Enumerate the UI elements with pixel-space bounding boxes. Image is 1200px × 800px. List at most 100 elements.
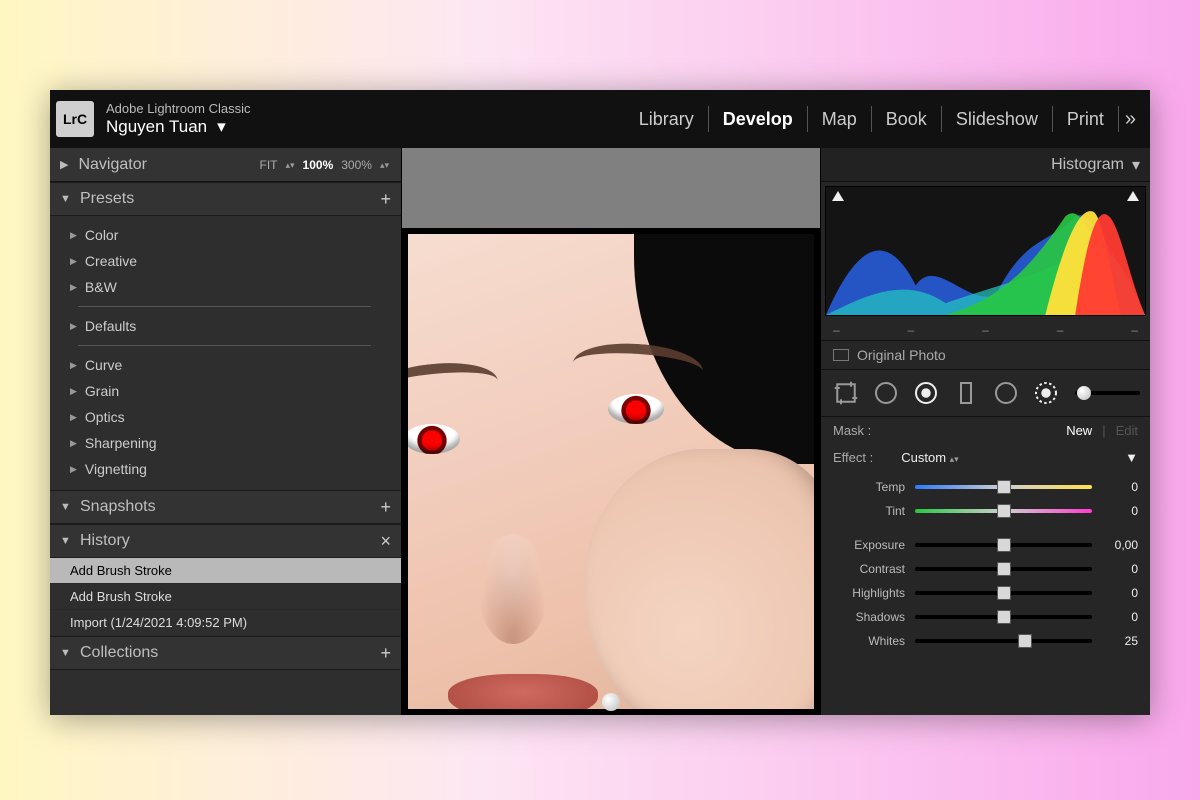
preset-group[interactable]: ▶Defaults	[70, 313, 401, 339]
top-bar: LrC Adobe Lightroom Classic Nguyen Tuan …	[50, 90, 1150, 148]
original-photo-row[interactable]: Original Photo	[821, 340, 1150, 370]
presets-header[interactable]: ▼ Presets +	[50, 182, 401, 216]
preset-group[interactable]: ▶Color	[70, 222, 401, 248]
tool-slider[interactable]	[1075, 391, 1140, 395]
slider-label: Highlights	[833, 586, 905, 600]
collections-header[interactable]: ▼ Collections +	[50, 636, 401, 670]
slider-knob[interactable]	[997, 538, 1011, 552]
slider-label: Temp	[833, 480, 905, 494]
slider-shadows[interactable]: Shadows0	[833, 605, 1138, 629]
slider-track[interactable]	[915, 543, 1092, 547]
photo[interactable]	[408, 234, 814, 709]
gradient-tool-icon[interactable]	[951, 378, 981, 408]
module-book[interactable]: Book	[872, 109, 941, 130]
slider-exposure[interactable]: Exposure0,00	[833, 533, 1138, 557]
mask-new[interactable]: New	[1066, 423, 1092, 438]
user-menu[interactable]: Nguyen Tuan ▾	[106, 117, 251, 137]
slider-contrast[interactable]: Contrast 0	[833, 557, 1138, 581]
add-snapshot-icon[interactable]: +	[380, 497, 391, 518]
preset-group[interactable]: ▶Optics	[70, 404, 401, 430]
add-preset-icon[interactable]: +	[380, 189, 391, 210]
slider-knob[interactable]	[997, 480, 1011, 494]
brush-tool-icon[interactable]	[1031, 378, 1061, 408]
app-name: Adobe Lightroom Classic	[106, 101, 251, 117]
heal-tool-icon[interactable]	[871, 378, 901, 408]
expand-icon: ▶	[60, 158, 68, 171]
radial-tool-icon[interactable]	[991, 378, 1021, 408]
zoom-fit[interactable]: FIT	[258, 158, 280, 172]
crop-tool-icon[interactable]	[831, 378, 861, 408]
brush-cursor-icon[interactable]	[602, 693, 620, 711]
effect-select[interactable]: Custom ▴▾	[901, 450, 958, 465]
slider-track[interactable]	[915, 591, 1092, 595]
history-item[interactable]: Add Brush Stroke	[50, 584, 401, 610]
slider-knob[interactable]	[997, 504, 1011, 518]
mask-label: Mask :	[833, 423, 871, 438]
clear-history-icon[interactable]: ×	[380, 531, 391, 552]
preset-group[interactable]: ▶Vignetting	[70, 456, 401, 482]
preset-group[interactable]: ▶Grain	[70, 378, 401, 404]
slider-track[interactable]	[915, 615, 1092, 619]
app-logo: LrC	[56, 101, 94, 137]
slider-track[interactable]	[915, 485, 1092, 489]
adjustment-sliders: Temp0Tint0Exposure0,00Contrast0Highlight…	[821, 471, 1150, 653]
mask-edit: Edit	[1116, 423, 1138, 438]
module-library[interactable]: Library	[625, 109, 708, 130]
preset-group[interactable]: ▶Sharpening	[70, 430, 401, 456]
preset-group[interactable]: ▶B&W	[70, 274, 401, 300]
slider-highlights[interactable]: Highlights 0	[833, 581, 1138, 605]
photo-frame	[402, 228, 820, 715]
chevron-down-icon: ▾	[217, 117, 226, 137]
slider-whites[interactable]: Whites25	[833, 629, 1138, 653]
module-more-icon[interactable]: »	[1119, 108, 1140, 131]
slider-label: Contrast	[833, 562, 905, 576]
collections-label: Collections	[80, 644, 158, 662]
slider-knob[interactable]	[997, 586, 1011, 600]
slider-value: 0	[1102, 504, 1138, 518]
red-eye-icon	[608, 394, 664, 424]
slider-value: 25	[1102, 634, 1138, 648]
slider-value: 0	[1102, 562, 1138, 576]
snapshots-header[interactable]: ▼ Snapshots +	[50, 490, 401, 524]
slider-track[interactable]	[915, 567, 1092, 571]
module-print[interactable]: Print	[1053, 109, 1118, 130]
canvas-area[interactable]	[402, 148, 820, 715]
slider-track[interactable]	[915, 509, 1092, 513]
original-label: Original Photo	[857, 347, 946, 363]
disclosure-icon[interactable]: ▼	[1125, 450, 1138, 465]
slider-knob[interactable]	[1018, 634, 1032, 648]
slider-knob[interactable]	[997, 610, 1011, 624]
module-map[interactable]: Map	[808, 109, 871, 130]
add-collection-icon[interactable]: +	[380, 643, 391, 664]
collapse-icon: ▼	[60, 193, 72, 205]
histogram-label: Histogram	[1051, 156, 1124, 174]
slider-track[interactable]	[915, 639, 1092, 643]
navigator-header[interactable]: ▶ Navigator FIT ▴▾ 100% 300% ▴▾	[50, 148, 401, 182]
updown-icon[interactable]: ▴▾	[284, 161, 297, 169]
slider-temp[interactable]: Temp0	[833, 475, 1138, 499]
module-slideshow[interactable]: Slideshow	[942, 109, 1052, 130]
history-item[interactable]: Import (1/24/2021 4:09:52 PM)	[50, 610, 401, 636]
collapse-icon: ▼	[60, 501, 72, 513]
presets-tree: ▶Color ▶Creative ▶B&W ▶Defaults ▶Curve ▶…	[50, 216, 401, 490]
snapshots-label: Snapshots	[80, 498, 156, 516]
histogram[interactable]	[825, 186, 1146, 316]
slider-knob[interactable]	[997, 562, 1011, 576]
history-label: History	[80, 532, 130, 550]
title-block: Adobe Lightroom Classic Nguyen Tuan ▾	[106, 101, 251, 137]
history-item[interactable]: Add Brush Stroke	[50, 558, 401, 584]
navigator-label: Navigator	[78, 156, 146, 174]
slider-value: 0	[1102, 586, 1138, 600]
slider-tint[interactable]: Tint0	[833, 499, 1138, 523]
zoom-300[interactable]: 300%	[339, 158, 374, 172]
collapse-icon: ▼	[60, 647, 72, 659]
preset-group[interactable]: ▶Curve	[70, 352, 401, 378]
history-header[interactable]: ▼ History ×	[50, 524, 401, 558]
module-develop[interactable]: Develop	[709, 109, 807, 130]
zoom-100[interactable]: 100%	[301, 158, 336, 172]
mask-row: Mask : New | Edit	[821, 417, 1150, 444]
histogram-header[interactable]: Histogram ▾	[821, 148, 1150, 182]
preset-group[interactable]: ▶Creative	[70, 248, 401, 274]
redeye-tool-icon[interactable]	[911, 378, 941, 408]
updown-icon[interactable]: ▴▾	[378, 161, 391, 169]
